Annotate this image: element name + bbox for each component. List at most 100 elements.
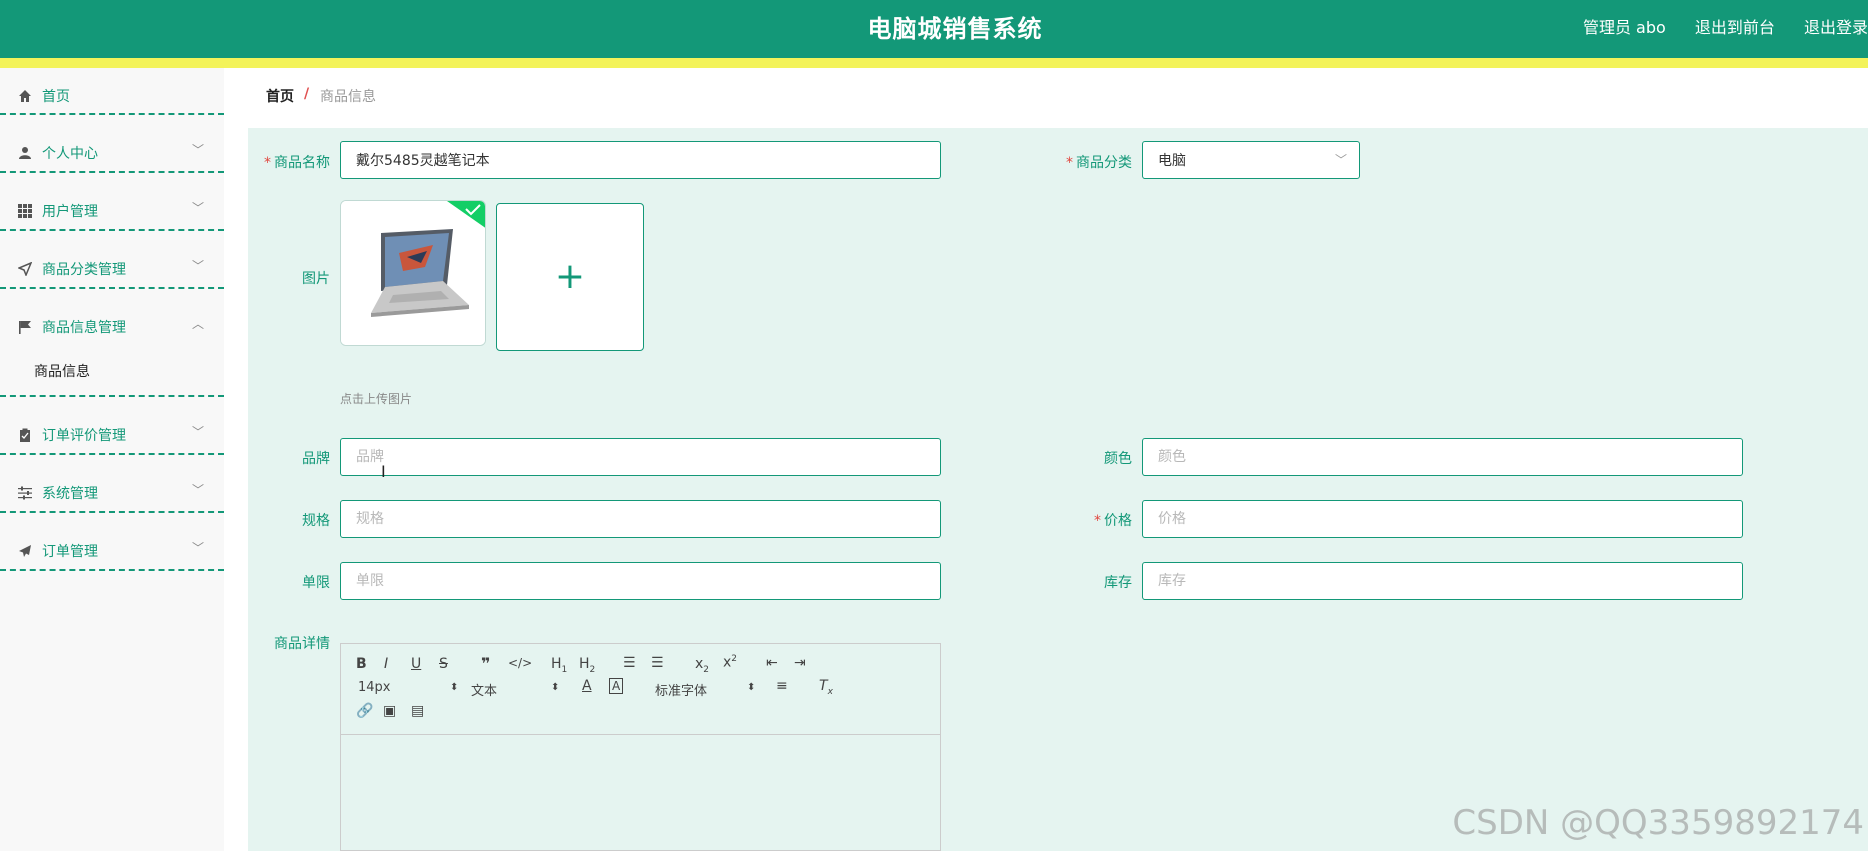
paper-plane-icon [19,545,31,557]
logout-link[interactable]: 退出登录 [1804,18,1868,37]
sidebar-item-label: 系统管理 [42,486,98,502]
block-type-value: 文本 [471,684,498,699]
chevron-down-icon: ﹀ [192,483,205,497]
sidebar-item-label: 首页 [42,89,70,105]
blockquote-icon[interactable]: ❞ [481,654,490,673]
menu-divider [0,287,224,289]
image-icon[interactable]: ▣ [383,703,396,719]
indent-icon[interactable]: ⇥ [794,655,806,671]
limit-input[interactable] [341,563,940,599]
chevron-down-icon: ﹀ [192,201,205,215]
editor-toolbar: B I U S ❞ </> H1 H2 ☰ ☰ x2 x2 ⇤ ⇥ 14px ⬍ … [341,644,940,735]
heading-2-icon[interactable]: H2 [579,656,595,675]
brand-label: 品牌 [302,451,330,467]
breadcrumb-home-link[interactable]: 首页 [266,86,294,106]
sidebar-item-order-management[interactable]: 订单管理 ﹀ [0,531,224,583]
name-label: * 商品名称 [264,155,330,171]
sidebar-item-category-management[interactable]: 商品分类管理 ﹀ [0,249,224,301]
bold-icon[interactable]: B [356,656,367,672]
stock-input[interactable] [1143,563,1742,599]
menu-divider [0,171,224,173]
laptop-image [341,201,485,345]
upload-hint: 点击上传图片 [340,392,413,406]
name-input[interactable] [341,142,940,178]
grid-icon [18,204,32,218]
updown-icon: ⬍ [747,682,756,693]
category-select[interactable]: ﹀ [1142,141,1360,179]
strikethrough-icon[interactable]: S [439,656,448,672]
exit-to-front-link[interactable]: 退出到前台 [1695,18,1775,37]
font-color-icon[interactable]: A [582,678,592,694]
chevron-down-icon: ﹀ [192,143,205,157]
sidebar-item-personal-center[interactable]: 个人中心 ﹀ [0,133,224,185]
menu-divider [0,453,224,455]
rich-text-editor[interactable]: B I U S ❞ </> H1 H2 ☰ ☰ x2 x2 ⇤ ⇥ 14px ⬍ … [340,643,941,851]
align-icon[interactable]: ≡ [776,678,788,694]
category-label: * 商品分类 [1066,155,1132,171]
font-size-select[interactable]: 14px ⬍ [358,680,458,695]
block-type-select[interactable]: 文本 ⬍ [471,680,559,699]
home-icon [19,90,31,102]
code-block-icon[interactable]: </> [508,656,532,670]
sidebar-item-label: 商品信息管理 [42,320,126,336]
bullet-list-icon[interactable]: ☰ [651,655,664,671]
sidebar-item-product-info-management[interactable]: 商品信息管理 ︿ [0,307,224,359]
video-icon[interactable]: ▤ [411,703,424,719]
color-input[interactable] [1143,439,1742,475]
brand-input[interactable] [341,439,940,475]
upload-image-button[interactable]: + [496,203,644,351]
stock-field[interactable] [1142,562,1743,600]
sidebar-item-order-review-management[interactable]: 订单评价管理 ﹀ [0,415,224,467]
header-stripe [0,58,1868,68]
clear-format-icon[interactable]: Tx [819,678,833,697]
sidebar-item-system-management[interactable]: 系统管理 ﹀ [0,473,224,525]
underline-icon[interactable]: U [411,656,421,672]
italic-icon[interactable]: I [384,656,388,672]
mouse-cursor-ibeam: I [381,462,386,481]
heading-1-icon[interactable]: H1 [551,656,567,675]
superscript-icon[interactable]: x2 [723,654,737,671]
chevron-up-icon: ︿ [192,317,205,331]
price-label: * 价格 [1094,513,1132,529]
color-label: 颜色 [1104,451,1132,467]
spec-field[interactable] [340,500,941,538]
sidebar-subitem-product-info[interactable]: 商品信息 [34,361,90,381]
name-field[interactable] [340,141,941,179]
sidebar-item-label: 订单评价管理 [42,428,126,444]
breadcrumb: 首页 / 商品信息 [248,75,1868,120]
admin-user-label: 管理员 abo [1582,18,1666,37]
brand-field[interactable] [340,438,941,476]
ordered-list-icon[interactable]: ☰ [623,655,636,671]
spec-input[interactable] [341,501,940,537]
uploaded-image-thumbnail[interactable] [340,200,486,346]
chevron-down-icon: ﹀ [192,259,205,273]
sidebar-item-label: 个人中心 [42,146,98,162]
sidebar-item-user-management[interactable]: 用户管理 ﹀ [0,191,224,243]
menu-divider [0,511,224,513]
outdent-icon[interactable]: ⇤ [766,655,778,671]
price-field[interactable] [1142,500,1743,538]
limit-field[interactable] [340,562,941,600]
plus-icon: + [554,256,586,297]
watermark: CSDN @QQ3359892174 [1452,803,1864,843]
menu-divider [0,569,224,571]
sidebar: 首页 个人中心 ﹀ 用户管理 ﹀ 商品分类管理 ﹀ 商品信息管理 ︿ 商品信息 … [0,68,224,851]
header-actions: 管理员 abo 退出到前台 退出登录 [1559,14,1868,38]
spec-label: 规格 [302,513,330,529]
detail-label: 商品详情 [274,636,330,652]
sidebar-item-label: 订单管理 [42,544,98,560]
category-select-input[interactable] [1143,142,1359,178]
link-icon[interactable]: 🔗 [356,703,373,719]
breadcrumb-current: 商品信息 [320,89,376,105]
chevron-down-icon: ﹀ [1334,153,1347,167]
price-label-text: 价格 [1104,513,1132,529]
chevron-down-icon: ﹀ [192,541,205,555]
clipboard-icon [20,428,30,442]
color-field[interactable] [1142,438,1743,476]
menu-divider [0,113,224,115]
subscript-icon[interactable]: x2 [695,656,709,675]
font-family-select[interactable]: 标准字体 ⬍ [655,680,755,699]
background-color-icon[interactable]: A [609,678,624,694]
sidebar-item-home[interactable]: 首页 [0,76,224,128]
price-input[interactable] [1143,501,1742,537]
